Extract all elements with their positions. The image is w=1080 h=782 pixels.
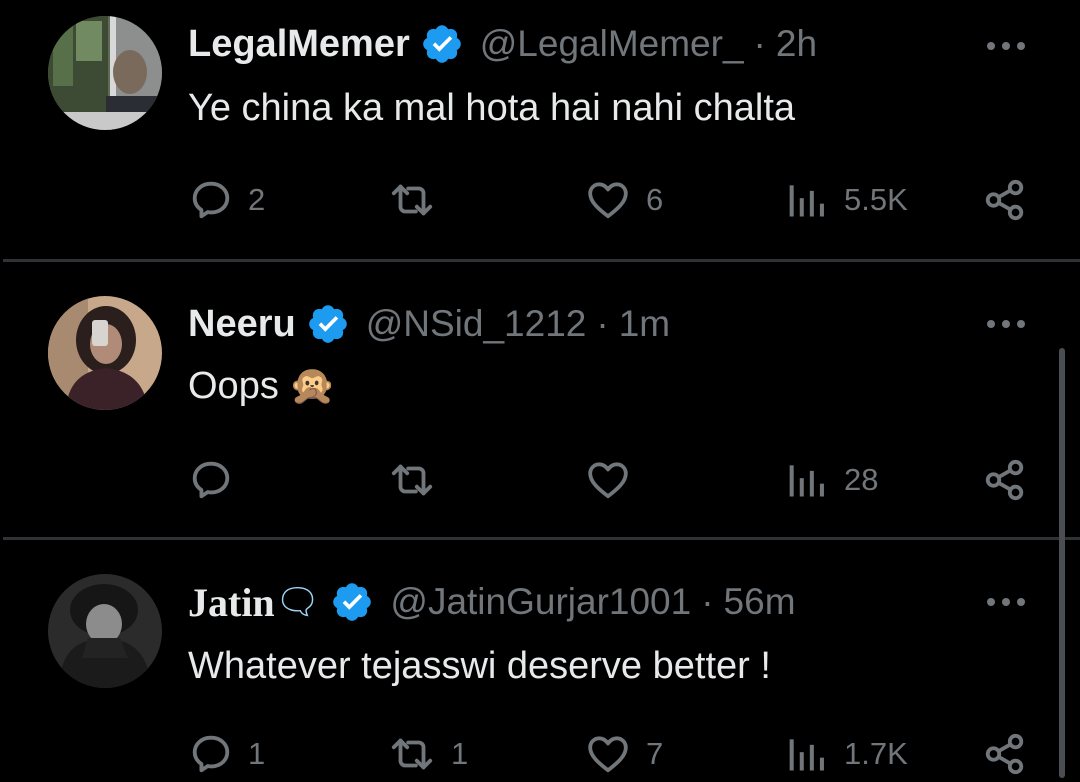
timestamp[interactable]: 56m	[724, 581, 796, 623]
views-icon	[786, 732, 830, 776]
share-button[interactable]	[982, 726, 1028, 782]
tweet-body: Ye china ka mal hota hai nahi chalta	[188, 86, 796, 129]
reply-icon	[188, 731, 234, 777]
scrollbar[interactable]	[1059, 348, 1065, 778]
more-icon[interactable]	[984, 314, 1028, 334]
verified-badge-icon	[330, 580, 374, 624]
timestamp[interactable]: 1m	[619, 303, 670, 345]
separator-dot: ·	[701, 581, 714, 622]
speech-bubble-emoji: 🗨	[274, 581, 321, 622]
share-icon	[982, 457, 1028, 503]
retweet-icon	[387, 457, 437, 503]
tweet-item[interactable]: Neeru @NSid_1212 · 1m Oops 🙊 28	[0, 262, 1080, 540]
more-icon[interactable]	[984, 36, 1028, 56]
views-icon	[786, 458, 830, 502]
retweet-icon	[387, 177, 437, 223]
avatar[interactable]	[48, 16, 162, 130]
reply-button[interactable]: 1	[188, 726, 265, 782]
avatar[interactable]	[48, 296, 162, 410]
view-count: 5.5K	[844, 182, 908, 217]
view-count: 1.7K	[844, 736, 908, 771]
views-button[interactable]: 1.7K	[786, 726, 908, 782]
tweet-feed: LegalMemer @LegalMemer_ · 2h Ye china ka…	[0, 0, 1080, 778]
retweet-button[interactable]: 1	[387, 726, 468, 782]
user-handle[interactable]: @NSid_1212	[366, 303, 587, 345]
tweet-body: Whatever tejasswi deserve better !	[188, 644, 771, 687]
display-name[interactable]: LegalMemer	[188, 23, 410, 66]
views-icon	[786, 178, 830, 222]
retweet-button[interactable]	[387, 172, 451, 228]
like-button[interactable]	[584, 452, 646, 508]
like-icon	[584, 457, 632, 503]
more-icon[interactable]	[984, 592, 1028, 612]
reply-button[interactable]: 2	[188, 172, 265, 228]
timestamp[interactable]: 2h	[776, 23, 817, 65]
tweet-item[interactable]: LegalMemer @LegalMemer_ · 2h Ye china ka…	[0, 0, 1080, 262]
tweet-text: Oops 🙊	[188, 358, 336, 414]
like-icon	[584, 731, 632, 777]
retweet-icon	[387, 731, 437, 777]
retweet-button[interactable]	[387, 452, 451, 508]
display-name[interactable]: Jatin	[188, 579, 275, 626]
action-bar: 1 1 7 1.7K	[0, 726, 1080, 782]
share-button[interactable]	[982, 452, 1028, 508]
share-button[interactable]	[982, 172, 1028, 228]
like-count: 7	[646, 736, 664, 771]
like-icon	[584, 177, 632, 223]
tweet-body: Oops	[188, 364, 279, 407]
reply-count: 2	[248, 182, 266, 217]
reply-count: 1	[248, 736, 266, 771]
action-bar: 2 6 5.5K	[0, 172, 1080, 228]
reply-icon	[188, 457, 234, 503]
separator-dot: ·	[753, 23, 766, 64]
user-handle[interactable]: @LegalMemer_	[480, 23, 744, 65]
tweet-text: Whatever tejasswi deserve better !	[188, 638, 771, 694]
user-handle[interactable]: @JatinGurjar1001	[390, 581, 691, 623]
separator-dot: ·	[596, 303, 609, 344]
tweet-item[interactable]: Jatin 🗨 @JatinGurjar1001 · 56m Whatever …	[0, 540, 1080, 778]
like-button[interactable]: 7	[584, 726, 663, 782]
avatar[interactable]	[48, 574, 162, 688]
views-button[interactable]: 5.5K	[786, 172, 908, 228]
verified-badge-icon	[420, 22, 464, 66]
tweet-text: Ye china ka mal hota hai nahi chalta	[188, 80, 795, 136]
verified-badge-icon	[306, 302, 350, 346]
like-button[interactable]: 6	[584, 172, 663, 228]
views-button[interactable]: 28	[786, 452, 878, 508]
speak-no-evil-monkey-emoji: 🙊	[288, 365, 337, 407]
view-count: 28	[844, 462, 879, 497]
share-icon	[982, 177, 1028, 223]
like-count: 6	[646, 182, 664, 217]
reply-button[interactable]	[188, 452, 248, 508]
share-icon	[982, 731, 1028, 777]
action-bar: 28	[0, 452, 1080, 508]
reply-icon	[188, 177, 234, 223]
display-name[interactable]: Neeru	[188, 303, 296, 346]
retweet-count: 1	[451, 736, 469, 771]
